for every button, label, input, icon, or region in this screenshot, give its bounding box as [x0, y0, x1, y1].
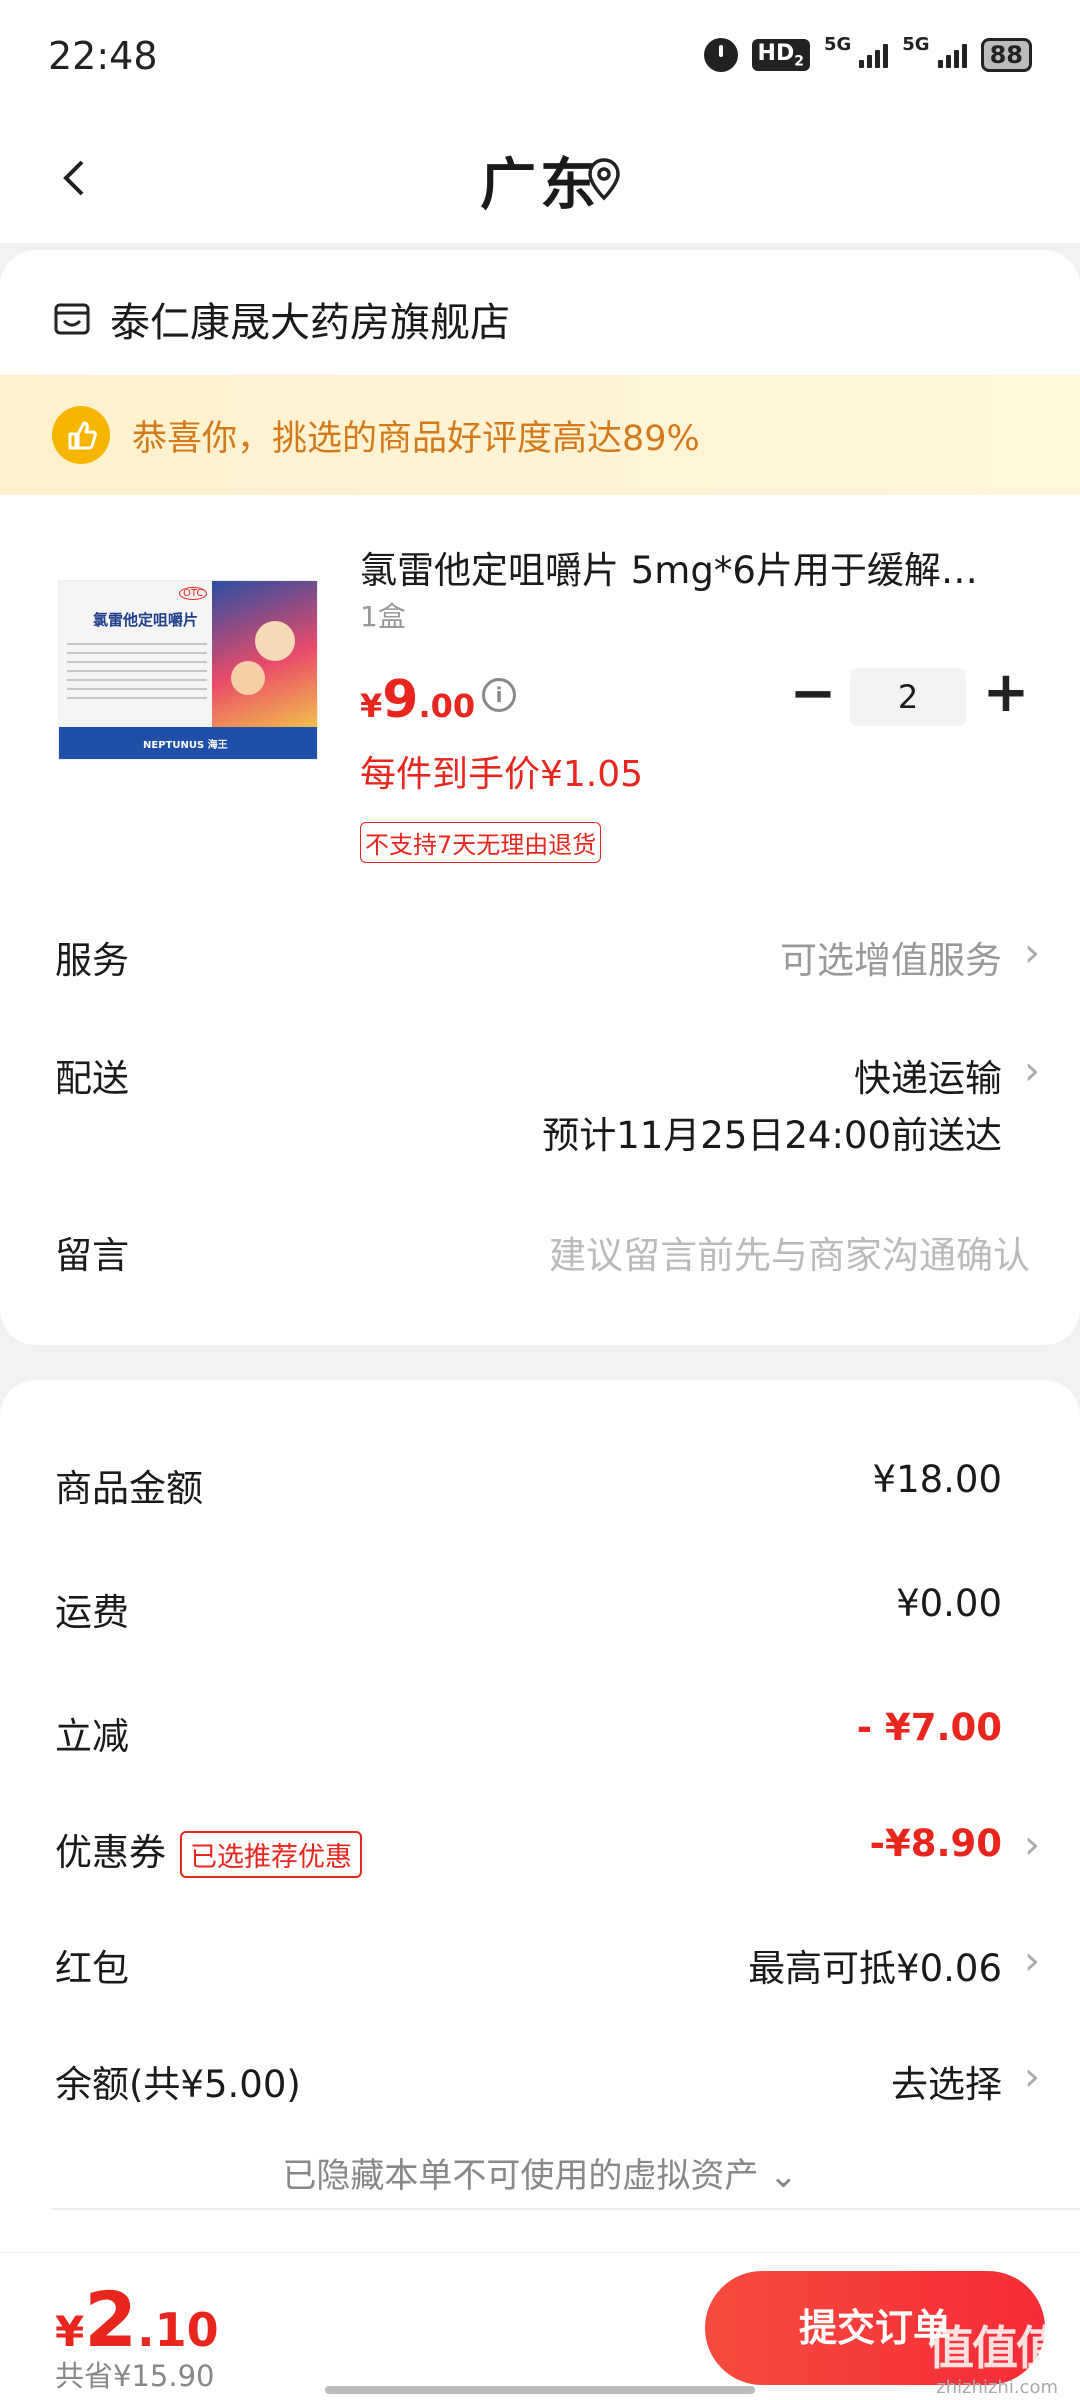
status-time: 22:48: [48, 34, 158, 78]
chevron-right-icon: ›: [1024, 2054, 1040, 2100]
saved-amount: 共省¥15.90: [55, 2359, 215, 2393]
info-icon[interactable]: i: [482, 678, 516, 712]
product-price: ¥9.00: [360, 670, 476, 730]
hd-icon: HD2: [751, 38, 810, 72]
signal-icon: [859, 42, 889, 68]
store-name: 泰仁康晟大药房旗舰店: [110, 300, 510, 346]
hidden-assets-toggle[interactable]: 已隐藏本单不可使用的虚拟资产 ⌄: [0, 2148, 1080, 2197]
product-spec: 1盒: [360, 600, 406, 633]
balance-label: 余额(共¥5.00): [55, 2063, 301, 2106]
coupon-label: 优惠券: [55, 1831, 166, 1874]
watermark-logo: 值值值: [928, 2321, 1062, 2375]
message-label: 留言: [55, 1234, 129, 1277]
product-title[interactable]: 氯雷他定咀嚼片 5mg*6片用于缓解…: [360, 540, 1010, 594]
goods-amount-label: 商品金额: [55, 1467, 203, 1510]
status-icons: HD2 5G 5G 88: [703, 34, 1032, 72]
product-image[interactable]: OTC 氯雷他定咀嚼片 NEPTUNUS 海王: [58, 580, 318, 760]
network-type-1: 5G: [823, 34, 852, 55]
price-summary-card: 商品金额 ¥18.00 运费 ¥0.00 立减 - ¥7.00 优惠券 已选推荐优…: [0, 1380, 1080, 2400]
red-packet-value: 最高可抵¥0.06: [748, 1947, 1002, 1990]
red-packet-label: 红包: [55, 1947, 129, 1990]
order-card: 泰仁康晟大药房旗舰店 恭喜你，挑选的商品好评度高达89% OTC 氯雷他定咀嚼片…: [0, 250, 1080, 1345]
network-type-2: 5G: [902, 34, 930, 55]
delivery-label: 配送: [55, 1057, 129, 1100]
instant-discount-label: 立减: [55, 1715, 129, 1758]
quantity-input[interactable]: 2: [850, 668, 966, 726]
balance-value: 去选择: [891, 2063, 1002, 2106]
total-price: ¥2.10: [55, 2275, 219, 2364]
coupon-tag: 已选推荐优惠: [180, 1831, 362, 1878]
coupon-value: -¥8.90: [869, 1822, 1002, 1865]
chevron-right-icon: ›: [1024, 930, 1040, 976]
praise-banner: 恭喜你，挑选的商品好评度高达89%: [0, 375, 1080, 495]
delivery-row[interactable]: 配送 快递运输 › 预计11月25日24:00前送达: [0, 1048, 1080, 1158]
box-label: 氯雷他定咀嚼片: [93, 611, 199, 629]
status-bar: 22:48 HD2 5G 5G 88: [0, 0, 1080, 118]
delivery-value: 快递运输: [854, 1057, 1002, 1100]
home-indicator[interactable]: [325, 2386, 755, 2394]
battery-icon: 88: [980, 38, 1032, 72]
location-pin-icon[interactable]: [586, 156, 622, 206]
alarm-icon: [703, 38, 738, 72]
store-row[interactable]: 泰仁康晟大药房旗舰店: [52, 290, 510, 348]
unit-price: 每件到手价¥1.05: [360, 754, 644, 795]
checkout-bar: ¥2.10 共省¥15.90 提交订单 值值值 zhizhizhi.com: [0, 2252, 1080, 2400]
quantity-increase-button[interactable]: +: [978, 664, 1034, 724]
message-row[interactable]: 留言 建议留言前先与商家沟通确认: [0, 1225, 1080, 1285]
header: 广东: [0, 118, 1080, 243]
chevron-right-icon: ›: [1024, 1938, 1040, 1984]
chevron-right-icon: ›: [1024, 1822, 1040, 1868]
service-label: 服务: [55, 939, 129, 982]
watermark-url: zhizhizhi.com: [936, 2377, 1058, 2398]
chevron-right-icon: ›: [1024, 1048, 1040, 1094]
thumbs-up-icon: [52, 406, 110, 464]
divider: [52, 2208, 1080, 2210]
store-icon: [54, 303, 90, 335]
service-row[interactable]: 服务 可选增值服务 ›: [0, 930, 1080, 990]
shipping-label: 运费: [55, 1591, 129, 1634]
box-brand: NEPTUNUS 海王: [143, 740, 228, 751]
goods-amount-value: ¥18.00: [872, 1458, 1002, 1501]
service-value: 可选增值服务: [780, 939, 1002, 982]
praise-text: 恭喜你，挑选的商品好评度高达89%: [132, 418, 700, 459]
quantity-decrease-button[interactable]: −: [788, 666, 838, 726]
coupon-label-wrap: 优惠券 已选推荐优惠: [55, 1822, 362, 1878]
page-title: 广东: [480, 153, 600, 218]
return-policy-badge: 不支持7天无理由退货: [360, 822, 602, 863]
instant-discount-value: - ¥7.00: [856, 1706, 1002, 1749]
shipping-value: ¥0.00: [896, 1582, 1002, 1625]
message-input[interactable]: 建议留言前先与商家沟通确认: [549, 1225, 1030, 1279]
delivery-eta: 预计11月25日24:00前送达: [542, 1114, 1002, 1157]
signal-icon-2: [937, 42, 967, 68]
